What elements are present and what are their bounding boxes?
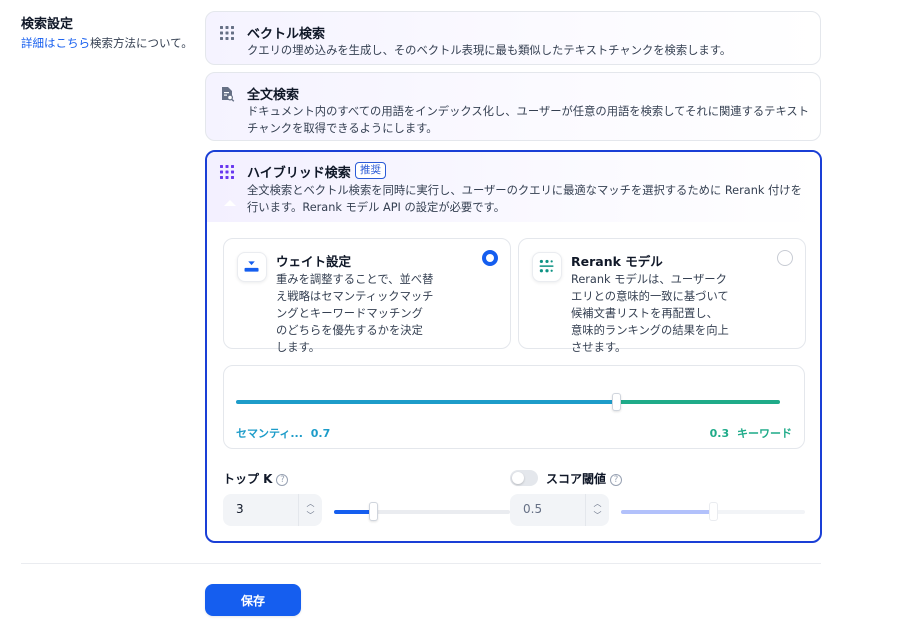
vector-search-option[interactable]: ベクトル検索 クエリの埋め込みを生成し、そのベクトル表現に最も類似したテキストチ… [205, 11, 821, 65]
score-threshold-toggle[interactable] [510, 470, 538, 486]
section-description: 詳細はこちら検索方法について。 [21, 35, 193, 51]
header-notch [224, 200, 236, 206]
weight-setting-icon-box [237, 252, 267, 282]
keyword-value: 0.3 [709, 427, 730, 440]
section-divider [21, 563, 821, 564]
recommended-badge: 推奨 [355, 162, 386, 179]
score-threshold-value: 0.5 [523, 502, 543, 516]
weight-slider-panel: セマンティ... 0.7 0.3 キーワード [223, 365, 805, 449]
score-threshold-label-text: スコア閾値 [546, 472, 607, 486]
rerank-model-desc: Rerank モデルは、ユーザークエリとの意味的一致に基づいて候補文書リストを再… [571, 273, 729, 354]
rerank-model-option[interactable]: Rerank モデル Rerank モデルは、ユーザークエリとの意味的一致に基づ… [518, 238, 806, 354]
score-threshold-slider-handle[interactable] [709, 502, 718, 521]
semantic-weight-track[interactable] [236, 400, 617, 404]
grid-dots-icon [220, 26, 234, 40]
semantic-weight-label: セマンティ... 0.7 [236, 425, 330, 441]
rerank-model-title: Rerank モデル [571, 254, 663, 269]
vector-search-desc: クエリの埋め込みを生成し、そのベクトル表現に最も類似したテキストチャンクを検索し… [247, 44, 732, 57]
rerank-model-radio[interactable] [777, 250, 793, 266]
section-description-text: 検索方法について。 [90, 36, 193, 50]
top-k-slider-fill [334, 510, 373, 514]
keyword-weight-track[interactable] [617, 400, 780, 404]
fulltext-search-option[interactable]: 全文検索 ドキュメント内のすべての用語をインデックス化し、ユーザーが任意の用語を… [205, 72, 821, 141]
keyword-weight-label: 0.3 キーワード [710, 425, 792, 441]
top-k-slider[interactable] [334, 502, 510, 521]
top-k-slider-handle[interactable] [369, 502, 378, 521]
vector-search-title: ベクトル検索 [247, 27, 326, 42]
rerank-model-icon-box [532, 252, 562, 282]
weight-slider-handle[interactable] [612, 393, 621, 411]
score-threshold-slider[interactable] [621, 502, 805, 521]
help-icon[interactable]: ? [276, 474, 289, 486]
learn-more-link[interactable]: 詳細はこちら [21, 36, 90, 50]
weight-setting-title: ウェイト設定 [276, 254, 352, 269]
score-threshold-stepper[interactable]: ︿ ﹀ [585, 494, 609, 526]
score-threshold-slider-fill [621, 510, 713, 514]
chevron-up-icon[interactable]: ︿ [299, 498, 322, 510]
document-search-icon [222, 87, 235, 102]
fulltext-search-desc: ドキュメント内のすべての用語をインデックス化し、ユーザーが任意の用語を検索してそ… [247, 105, 810, 135]
rerank-icon [539, 259, 554, 273]
top-k-stepper[interactable]: ︿ ﹀ [298, 494, 322, 526]
weight-setting-option[interactable]: ウェイト設定 重みを調整することで、並べ替え戦略はセマンティックマッチングとキー… [223, 238, 511, 354]
semantic-label: セマンティ... [236, 427, 303, 440]
hybrid-search-desc: 全文検索とベクトル検索を同時に実行し、ユーザーのクエリに最適なマッチを選択するた… [247, 184, 802, 214]
top-k-label: トップ K? [223, 470, 289, 487]
top-k-value: 3 [236, 502, 244, 516]
help-icon[interactable]: ? [610, 474, 623, 486]
top-k-input[interactable]: 3 ︿ ﹀ [223, 494, 322, 526]
fulltext-search-title: 全文検索 [247, 88, 300, 103]
hybrid-search-option[interactable]: ハイブリッド検索 推奨 全文検索とベクトル検索を同時に実行し、ユーザーのクエリに… [205, 150, 822, 543]
save-button[interactable]: 保存 [205, 584, 301, 616]
section-title: 検索設定 [21, 17, 74, 32]
chevron-down-icon[interactable]: ﹀ [299, 510, 322, 522]
chevron-down-icon[interactable]: ﹀ [586, 510, 609, 522]
score-threshold-input[interactable]: 0.5 ︿ ﹀ [510, 494, 609, 526]
top-k-label-text: トップ K [223, 472, 273, 486]
balance-icon [244, 261, 259, 272]
hybrid-search-title: ハイブリッド検索 [247, 166, 351, 181]
grid-dots-icon [220, 165, 234, 179]
chevron-up-icon[interactable]: ︿ [586, 498, 609, 510]
weight-setting-radio[interactable] [482, 250, 498, 266]
weight-setting-desc: 重みを調整することで、並べ替え戦略はセマンティックマッチングとキーワードマッチン… [276, 273, 434, 354]
score-threshold-label: スコア閾値? [546, 470, 623, 487]
keyword-label: キーワード [737, 427, 792, 440]
semantic-value: 0.7 [310, 427, 331, 440]
